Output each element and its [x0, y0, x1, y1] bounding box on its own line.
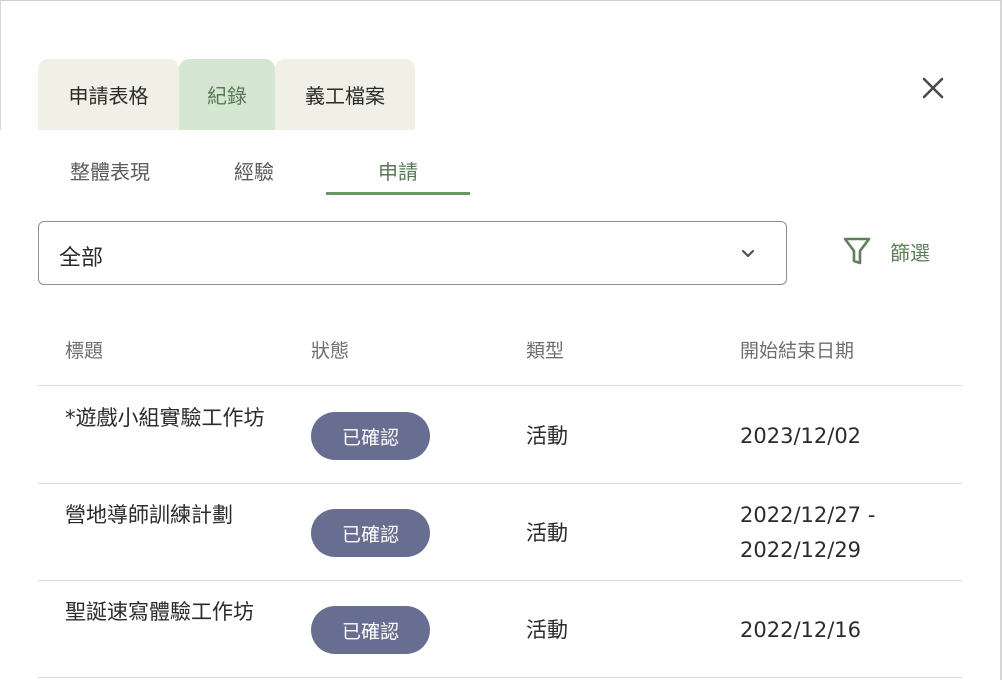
subtab-applications[interactable]: 申請 — [326, 150, 470, 195]
column-header-type: 類型 — [526, 340, 565, 362]
status-badge: 已確認 — [311, 412, 430, 460]
tab-records[interactable]: 紀錄 — [179, 59, 275, 130]
main-tabs: 申請表格 紀錄 義工檔案 — [38, 59, 415, 130]
row-title: 營地導師訓練計劃 — [65, 503, 233, 527]
row-dates: 2023/12/02 — [740, 424, 862, 448]
chevron-down-icon — [741, 249, 755, 258]
filter-funnel-icon — [836, 230, 878, 272]
row-type: 活動 — [526, 521, 568, 545]
left-edge-divider — [0, 0, 1, 130]
row-dates: 2022/12/27 - 2022/12/29 — [740, 503, 876, 562]
column-header-title: 標題 — [65, 340, 104, 362]
status-badge: 已確認 — [311, 606, 430, 654]
row-dates: 2022/12/16 — [740, 618, 862, 642]
subtab-overall-performance[interactable]: 整體表現 — [38, 150, 182, 195]
category-select-value: 全部 — [59, 246, 104, 271]
table-row[interactable]: *遊戲小組實驗工作坊 已確認 活動 2023/12/02 — [38, 387, 962, 484]
row-type: 活動 — [526, 618, 568, 642]
filter-button-label: 篩選 — [890, 240, 930, 265]
row-type: 活動 — [526, 424, 568, 448]
table-row[interactable]: 營地導師訓練計劃 已確認 活動 2022/12/27 - 2022/12/29 — [38, 484, 962, 581]
tab-volunteer-profile[interactable]: 義工檔案 — [275, 59, 415, 130]
row-title: *遊戲小組實驗工作坊 — [65, 406, 265, 430]
close-icon — [922, 77, 944, 99]
table-header: 標題 狀態 類型 開始結束日期 — [38, 318, 962, 386]
filter-button[interactable]: 篩選 — [836, 230, 930, 272]
category-select[interactable]: 全部 — [38, 221, 787, 285]
column-header-dates: 開始結束日期 — [740, 340, 855, 362]
table-row[interactable]: 聖誕速寫體驗工作坊 已確認 活動 2022/12/16 — [38, 581, 962, 678]
row-title: 聖誕速寫體驗工作坊 — [65, 600, 254, 624]
subtab-experience[interactable]: 經驗 — [182, 150, 326, 195]
tab-application-forms[interactable]: 申請表格 — [38, 59, 179, 130]
status-badge: 已確認 — [311, 509, 430, 557]
column-header-status: 狀態 — [311, 340, 350, 362]
close-button[interactable] — [915, 70, 951, 106]
